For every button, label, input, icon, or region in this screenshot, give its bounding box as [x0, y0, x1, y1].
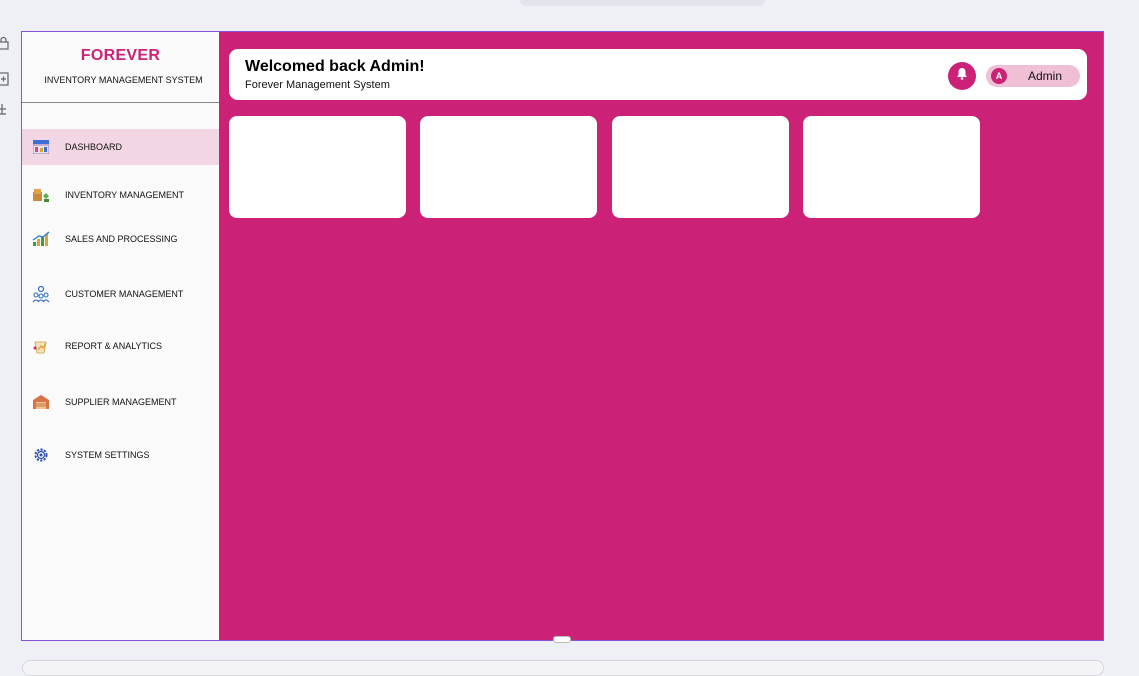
sidebar-item-label: REPORT & ANALYTICS [65, 341, 163, 351]
sidebar-item-customers[interactable]: CUSTOMER MANAGEMENT [22, 276, 219, 312]
dashboard-icon [32, 138, 50, 156]
sidebar-item-label: SUPPLIER MANAGEMENT [65, 397, 177, 407]
stat-card [420, 116, 597, 218]
stat-card [803, 116, 980, 218]
lock-icon[interactable] [0, 36, 10, 50]
sidebar-item-reports[interactable]: REPORT & ANALYTICS [22, 328, 219, 364]
brand-title: FOREVER [80, 47, 161, 64]
sidebar-item-sales[interactable]: SALES AND PROCESSING [22, 221, 219, 257]
sidebar-item-label: SYSTEM SETTINGS [65, 450, 150, 460]
brand-subtitle: INVENTORY MANAGEMENT SYSTEM [44, 75, 203, 85]
gear-icon [32, 446, 50, 464]
page-subtitle: Forever Management System [245, 79, 390, 91]
brand: FOREVER INVENTORY MANAGEMENT SYSTEM [22, 32, 219, 103]
sidebar-item-settings[interactable]: SYSTEM SETTINGS [22, 437, 219, 473]
sidebar-item-label: CUSTOMER MANAGEMENT [65, 289, 184, 299]
inventory-icon [32, 186, 50, 204]
plus-icon[interactable] [0, 102, 10, 116]
app-frame: FOREVER INVENTORY MANAGEMENT SYSTEM DASH… [21, 31, 1104, 641]
sidebar: FOREVER INVENTORY MANAGEMENT SYSTEM DASH… [22, 32, 219, 640]
stat-card [612, 116, 789, 218]
window-top-tab [520, 0, 765, 6]
header-bar: Welcomed back Admin! Forever Management … [229, 49, 1087, 100]
resize-handle[interactable] [553, 636, 571, 643]
user-name: Admin [1028, 69, 1063, 83]
page-title: Welcomed back Admin! [245, 58, 425, 75]
sidebar-item-inventory[interactable]: INVENTORY MANAGEMENT [22, 177, 219, 213]
report-icon [32, 337, 50, 355]
sidebar-item-label: SALES AND PROCESSING [65, 234, 178, 244]
bell-icon [956, 67, 968, 85]
sidebar-item-suppliers[interactable]: SUPPLIER MANAGEMENT [22, 384, 219, 420]
sidebar-item-dashboard[interactable]: DASHBOARD [22, 129, 219, 165]
bottom-panel-bar [22, 660, 1104, 676]
customers-icon [32, 285, 50, 303]
sidebar-item-label: INVENTORY MANAGEMENT [65, 190, 185, 200]
avatar: A [991, 68, 1007, 84]
main-content: Welcomed back Admin! Forever Management … [219, 32, 1103, 640]
stat-card [229, 116, 406, 218]
sidebar-item-label: DASHBOARD [65, 142, 123, 152]
sales-chart-icon [32, 230, 50, 248]
notifications-button[interactable] [948, 62, 976, 90]
supplier-icon [32, 393, 50, 411]
user-menu[interactable]: A Admin [986, 65, 1080, 87]
add-page-icon[interactable] [0, 72, 10, 86]
